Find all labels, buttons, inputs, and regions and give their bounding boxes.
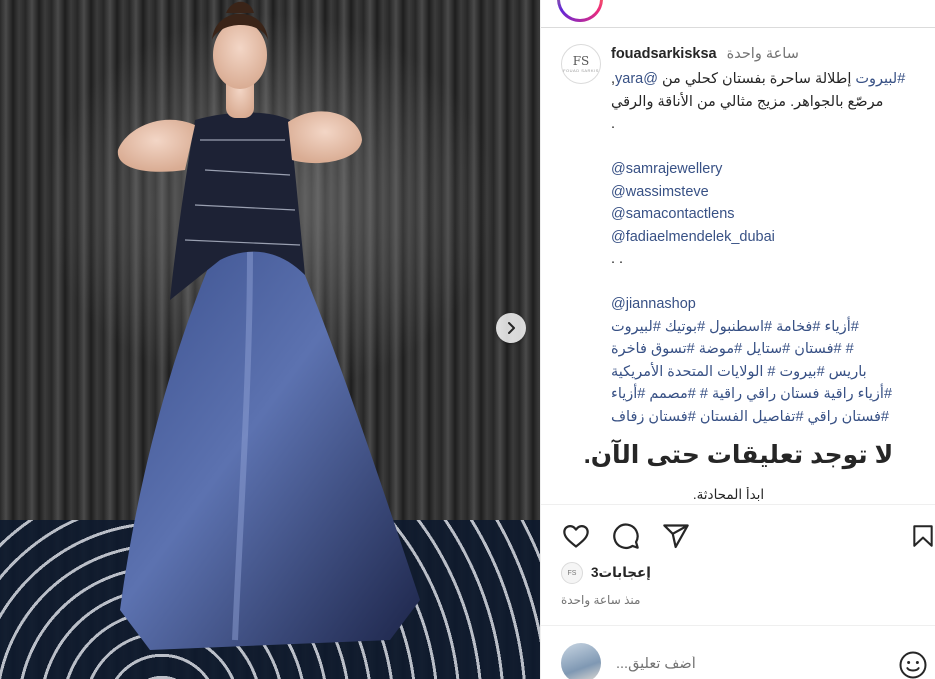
save-button[interactable] xyxy=(907,520,935,552)
like-button[interactable] xyxy=(560,520,592,552)
comment-input[interactable] xyxy=(616,651,871,677)
mention-samacontactlens[interactable]: @samacontactlens xyxy=(611,203,929,226)
no-comments-title: لا توجد تعليقات حتى الآن. xyxy=(583,441,894,469)
avatar-tagline: FOUAD SARKIS xyxy=(563,68,599,73)
liker-avatar: FS xyxy=(561,562,583,584)
current-user-avatar xyxy=(561,643,601,679)
hashtag-line-1[interactable]: #أزياء #فخامة #اسطنبول #بوتيك #لبيروت xyxy=(611,316,929,339)
next-image-button[interactable] xyxy=(496,313,526,343)
post-details-panel: FS FOUAD SARKIS fouadsarkisksa ساعة واحد… xyxy=(540,0,935,679)
mention-jiannashop[interactable]: @jiannashop xyxy=(611,293,929,316)
bookmark-icon xyxy=(913,525,933,547)
caption-body: #لبيروت إطلالة ساحرة بفستان كحلي من @yar… xyxy=(611,68,929,428)
comment-button[interactable] xyxy=(610,520,642,552)
comment-divider xyxy=(541,625,935,626)
likes-count[interactable]: إعجابات3 xyxy=(591,565,651,581)
chevron-right-icon xyxy=(508,322,515,334)
emoji-button[interactable] xyxy=(898,650,930,679)
author-avatar[interactable]: FS FOUAD SARKIS xyxy=(561,44,601,84)
hashtag-line-5[interactable]: #فستان راقي #تفاصيل الفستان #فستان زفاف xyxy=(611,406,929,429)
caption-dots: . . xyxy=(611,251,624,267)
share-button[interactable] xyxy=(660,520,692,552)
paper-plane-icon xyxy=(663,524,689,549)
hashtag-beirut[interactable]: #لبيروت xyxy=(855,71,905,87)
caption-line-2: مرصّع بالجواهر. مزيج مثالي من الأناقة وا… xyxy=(611,93,884,110)
post-photo[interactable] xyxy=(0,0,540,679)
mention-wassimsteve[interactable]: @wassimsteve xyxy=(611,181,929,204)
hashtag-line-2[interactable]: # #فستان #ستايل #موضة #تسوق فاخرة xyxy=(611,338,929,361)
mention-samrajewellery[interactable]: @samrajewellery xyxy=(611,158,929,181)
username-row: fouadsarkisksa ساعة واحدة xyxy=(611,46,799,62)
heart-icon xyxy=(563,524,589,548)
post-age[interactable]: منذ ساعة واحدة xyxy=(561,593,640,607)
hashtag-line-4[interactable]: #أزياء راقية فستان راقي راقية # #مصمم #أ… xyxy=(611,383,929,406)
caption-line-1-text: إطلالة ساحرة بفستان كحلي من xyxy=(662,71,856,87)
username-link[interactable]: fouadsarkisksa xyxy=(611,46,717,62)
start-conversation-text: ابدأ المحادثة. xyxy=(692,487,765,502)
header-avatar[interactable] xyxy=(557,0,603,22)
avatar-monogram: FS xyxy=(572,54,590,68)
comment-icon xyxy=(613,523,639,549)
actions-divider xyxy=(541,504,935,505)
caption-line-1: #لبيروت إطلالة ساحرة بفستان كحلي من @yar… xyxy=(611,68,929,91)
smiley-icon xyxy=(899,651,927,679)
mention-yara[interactable]: @yara xyxy=(615,71,658,87)
caption-line-3: . xyxy=(611,116,616,132)
gown-figure xyxy=(117,1,420,650)
mention-fadiaelmendelek[interactable]: @fadiaelmendelek_dubai xyxy=(611,226,929,249)
header-divider xyxy=(541,27,935,28)
likes-row[interactable]: FS إعجابات3 xyxy=(561,562,651,584)
post-time: ساعة واحدة xyxy=(726,46,799,62)
hashtag-line-3[interactable]: باريس #بيروت # الولايات المتحدة الأمريكي… xyxy=(611,361,929,384)
